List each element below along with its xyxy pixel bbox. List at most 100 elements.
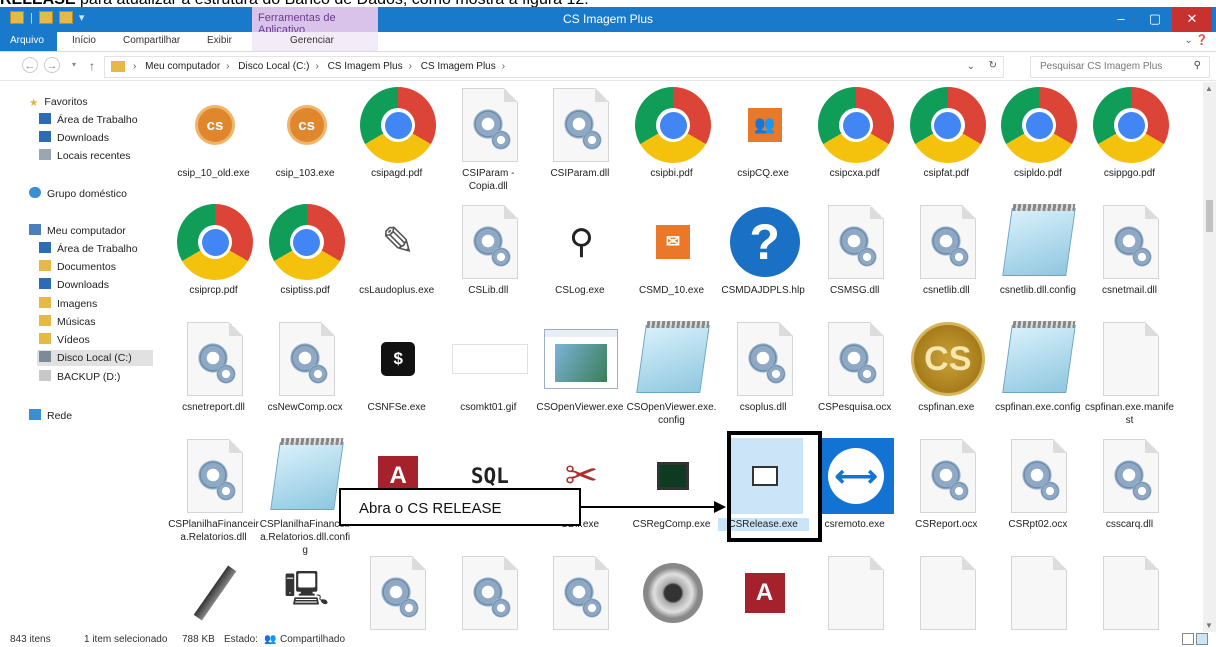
chevron-down-icon[interactable]: ⌄: [967, 61, 975, 72]
file-item[interactable]: csipagd.pdf: [351, 85, 442, 203]
file-name: CSIParam.dll: [550, 168, 610, 179]
nav-fav-desktop[interactable]: Área de Trabalho: [39, 112, 138, 128]
file-item[interactable]: csoplus.dll: [718, 319, 809, 437]
dll-icon: [543, 555, 619, 631]
tab-inicio[interactable]: Início: [72, 35, 96, 46]
nav-pc-local-disk[interactable]: Disco Local (C:): [37, 350, 153, 366]
minimize-button[interactable]: –: [1106, 7, 1136, 32]
file-item[interactable]: CS cspfinan.exe: [901, 319, 992, 437]
large-icons-view-icon[interactable]: [1196, 633, 1208, 645]
file-item[interactable]: csNewComp.ocx: [260, 319, 351, 437]
dll-icon: [1001, 438, 1077, 514]
nav-pc-desktop[interactable]: Área de Trabalho: [39, 241, 138, 257]
recent-locations-icon[interactable]: ▾: [66, 57, 82, 73]
crumb-folder-1[interactable]: CS Imagem Plus: [328, 61, 403, 72]
file-item[interactable]: csomkt01.gif: [443, 319, 534, 437]
crumb-disk[interactable]: Disco Local (C:): [238, 61, 309, 72]
file-item[interactable]: CSIParam - Copia.dll: [443, 85, 534, 203]
file-item[interactable]: cspfinan.exe.manifest: [1084, 319, 1175, 437]
file-item[interactable]: csipfat.pdf: [901, 85, 992, 203]
file-item[interactable]: csnetreport.dll: [168, 319, 259, 437]
file-item[interactable]: CSPlanilhaFinanceira.Relatorios.dll.conf…: [260, 436, 351, 556]
webcam-icon: [635, 555, 711, 631]
file-item[interactable]: CSOpenViewer.exe: [534, 319, 625, 437]
file-item[interactable]: csipldo.pdf: [992, 85, 1083, 203]
nav-pc-documents[interactable]: Documentos: [39, 259, 116, 275]
file-item[interactable]: csippgo.pdf: [1084, 85, 1175, 203]
tab-gerenciar[interactable]: Gerenciar: [252, 32, 378, 51]
file-item[interactable]: cspfinan.exe.config: [992, 319, 1083, 437]
tab-arquivo[interactable]: Arquivo: [0, 32, 57, 51]
annotation-arrow: [581, 506, 718, 508]
scroll-thumb[interactable]: [1206, 200, 1213, 232]
file-item[interactable]: CSPesquisa.ocx: [809, 319, 900, 437]
crumb-computer[interactable]: Meu computador: [145, 61, 220, 72]
cs-gold-icon: CS: [910, 321, 986, 397]
file-item[interactable]: ✎ csLaudoplus.exe: [351, 202, 442, 320]
file-item[interactable]: CSLib.dll: [443, 202, 534, 320]
nav-pc-downloads[interactable]: Downloads: [39, 277, 109, 293]
file-item[interactable]: cs csip_103.exe: [260, 85, 351, 203]
close-button[interactable]: ✕: [1172, 7, 1212, 32]
search-input[interactable]: Pesquisar CS Imagem Plus ⚲: [1030, 56, 1210, 78]
file-item[interactable]: CSRpt02.ocx: [992, 436, 1083, 554]
nav-fav-downloads[interactable]: Downloads: [39, 130, 109, 146]
file-item[interactable]: ⚲ CSLog.exe: [534, 202, 625, 320]
nav-computer[interactable]: Meu computador: [29, 223, 126, 239]
crumb-folder-2[interactable]: CS Imagem Plus: [421, 61, 496, 72]
vertical-scrollbar[interactable]: ▲ ▼: [1203, 82, 1216, 632]
file-item[interactable]: CSMSG.dll: [809, 202, 900, 320]
file-item[interactable]: ✉ CSMD_10.exe: [626, 202, 717, 320]
nav-network[interactable]: Rede: [29, 408, 72, 424]
file-item[interactable]: CSRegComp.exe: [626, 436, 717, 554]
scroll-up-icon[interactable]: ▲: [1205, 84, 1213, 93]
chrome-icon-part: [842, 111, 870, 139]
file-name: CSPlanilhaFinanceira.Relatorios.dll: [168, 519, 259, 543]
tab-exibir[interactable]: Exibir: [207, 35, 232, 46]
back-button[interactable]: ←: [22, 57, 38, 73]
file-name: csipCQ.exe: [737, 168, 789, 179]
maximize-button[interactable]: ▢: [1140, 7, 1170, 32]
page-icon: [910, 555, 986, 631]
file-item[interactable]: CSOpenViewer.exe.config: [626, 319, 717, 437]
details-view-icon[interactable]: [1182, 633, 1194, 645]
ribbon-expand-icon[interactable]: ⌄ ❓: [1184, 35, 1208, 46]
file-item[interactable]: 👥 csipCQ.exe: [718, 85, 809, 203]
file-item[interactable]: csiprcp.pdf: [168, 202, 259, 320]
nav-pc-backup[interactable]: BACKUP (D:): [39, 369, 120, 385]
nav-favoritos[interactable]: ★ Favoritos: [29, 94, 88, 110]
file-item[interactable]: ⟷ csremoto.exe: [809, 436, 900, 554]
nav-fav-recent[interactable]: Locais recentes: [39, 148, 131, 164]
file-item[interactable]: CSPlanilhaFinanceira.Relatorios.dll: [168, 436, 259, 554]
notepad-icon-part: [1002, 325, 1077, 393]
nav-pc-music[interactable]: Músicas: [39, 314, 96, 330]
file-item[interactable]: csnetlib.dll: [901, 202, 992, 320]
star-icon: ★: [29, 97, 39, 109]
nav-pc-images[interactable]: Imagens: [39, 296, 97, 312]
file-item[interactable]: cs csip_10_old.exe: [168, 85, 259, 203]
forward-button[interactable]: →: [44, 57, 60, 73]
nav-homegroup[interactable]: Grupo doméstico: [29, 186, 127, 202]
nav-pc-videos[interactable]: Vídeos: [39, 332, 90, 348]
file-item[interactable]: ? CSMDAJDPLS.hlp: [718, 202, 809, 320]
file-item[interactable]: CSIParam.dll: [534, 85, 625, 203]
breadcrumb[interactable]: › Meu computador › Disco Local (C:) › CS I…: [104, 56, 1004, 78]
file-item[interactable]: csipbi.pdf: [626, 85, 717, 203]
dll-icon-part: [1131, 480, 1153, 502]
view-switcher[interactable]: [1182, 633, 1210, 646]
tab-compartilhar[interactable]: Compartilhar: [123, 35, 180, 46]
file-item[interactable]: csnetmail.dll: [1084, 202, 1175, 320]
file-item[interactable]: csipcxa.pdf: [809, 85, 900, 203]
dll-icon-part: [461, 556, 518, 630]
refresh-icon[interactable]: ↻: [989, 60, 997, 71]
file-item[interactable]: csnetlib.dll.config: [992, 202, 1083, 320]
file-name: cspfinan.exe.config: [995, 402, 1081, 413]
file-item[interactable]: $ CSNFSe.exe: [351, 319, 442, 437]
up-button[interactable]: ↑: [89, 59, 95, 73]
status-state-label: Estado:: [224, 634, 258, 645]
file-item[interactable]: csiptiss.pdf: [260, 202, 351, 320]
scroll-down-icon[interactable]: ▼: [1205, 621, 1213, 630]
file-item[interactable]: csscarq.dll: [1084, 436, 1175, 554]
dll-icon-part: [489, 246, 512, 268]
file-item[interactable]: CSReport.ocx: [901, 436, 992, 554]
